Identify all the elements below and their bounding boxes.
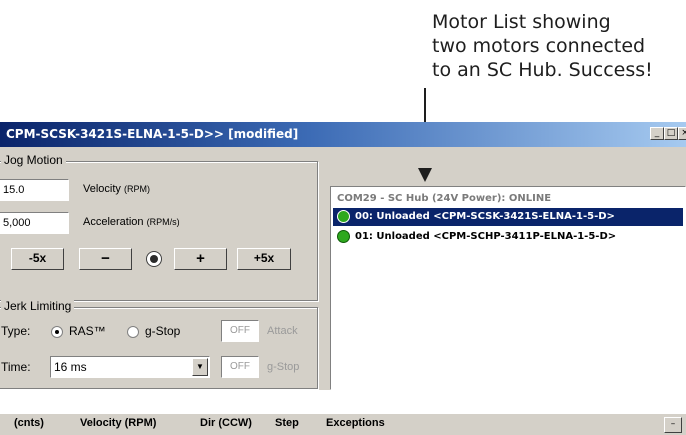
- column-exceptions[interactable]: Exceptions: [326, 417, 385, 429]
- annotation-line-3: to an SC Hub. Success!: [432, 59, 653, 81]
- jog-minus-button[interactable]: −: [79, 248, 132, 270]
- status-column-headers: (cnts) Velocity (RPM) Dir (CCW) Step Exc…: [0, 413, 686, 435]
- collapse-button[interactable]: –: [664, 417, 682, 433]
- acceleration-input[interactable]: 5,000: [0, 212, 69, 234]
- gstop-label: g-Stop: [145, 324, 181, 338]
- annotation-area: Motor List showing two motors connected …: [0, 0, 686, 120]
- annotation-line-2: two motors connected: [432, 35, 646, 57]
- motor-list-header: COM29 - SC Hub (24V Power): ONLINE: [337, 193, 552, 204]
- minimize-button[interactable]: _: [650, 127, 664, 140]
- column-direction[interactable]: Dir (CCW): [200, 417, 252, 429]
- restore-button[interactable]: □: [664, 127, 678, 140]
- gstop-radio[interactable]: [127, 326, 139, 338]
- ras-radio[interactable]: [51, 326, 63, 338]
- time-label: Time:: [1, 360, 31, 374]
- annotation-line-1: Motor List showing: [432, 11, 611, 33]
- motor-list-item-01[interactable]: 01: Unloaded <CPM-SCHP-3411P-ELNA-1-5-D>: [333, 228, 683, 246]
- motor-list[interactable]: COM29 - SC Hub (24V Power): ONLINE 00: U…: [330, 186, 686, 390]
- gstop-time-label: g-Stop: [267, 361, 300, 373]
- jerk-limiting-title: Jerk Limiting: [1, 299, 75, 313]
- status-dot-icon: [337, 210, 350, 223]
- jog-plus-button[interactable]: +: [174, 248, 227, 270]
- velocity-label: Velocity (RPM): [83, 183, 150, 195]
- velocity-input[interactable]: 15.0: [0, 179, 69, 201]
- motor-label: 01: Unloaded <CPM-SCHP-3411P-ELNA-1-5-D>: [355, 231, 617, 242]
- jog-plus-5x-button[interactable]: +5x: [237, 248, 291, 270]
- jerk-limiting-group: Jerk Limiting Type: RAS™ g-Stop OFF Atta…: [0, 299, 318, 389]
- column-step[interactable]: Step: [275, 417, 299, 429]
- type-label: Type:: [1, 324, 31, 338]
- acceleration-label: Acceleration (RPM/s): [83, 216, 180, 228]
- jog-motion-title: Jog Motion: [1, 153, 66, 167]
- spacer: [0, 390, 686, 413]
- time-select[interactable]: 16 ms ▼: [50, 356, 210, 378]
- attack-off-field[interactable]: OFF: [221, 320, 259, 342]
- gstop-off-field[interactable]: OFF: [221, 356, 259, 378]
- window-title: CPM-SCSK-3421S-ELNA-1-5-D>> [modified]: [6, 127, 299, 141]
- column-cnts[interactable]: (cnts): [14, 417, 44, 429]
- motor-list-item-00[interactable]: 00: Unloaded <CPM-SCSK-3421S-ELNA-1-5-D>: [333, 208, 683, 226]
- record-icon[interactable]: [145, 250, 163, 268]
- chevron-down-icon[interactable]: ▼: [192, 358, 208, 376]
- jog-motion-group: Jog Motion 15.0 Velocity (RPM) 5,000 Acc…: [0, 153, 318, 301]
- close-button[interactable]: ×: [678, 127, 686, 140]
- attack-label: Attack: [267, 325, 298, 337]
- jog-minus-5x-button[interactable]: -5x: [11, 248, 64, 270]
- column-velocity[interactable]: Velocity (RPM): [80, 417, 156, 429]
- time-select-value: 16 ms: [54, 360, 87, 374]
- ras-label: RAS™: [69, 324, 106, 338]
- annotation-arrowhead: [418, 168, 432, 182]
- annotation-text: Motor List showing two motors connected …: [432, 10, 682, 82]
- motor-label: 00: Unloaded <CPM-SCSK-3421S-ELNA-1-5-D>: [355, 211, 615, 222]
- status-dot-icon: [337, 230, 350, 243]
- window-titlebar[interactable]: CPM-SCSK-3421S-ELNA-1-5-D>> [modified] _…: [0, 122, 686, 147]
